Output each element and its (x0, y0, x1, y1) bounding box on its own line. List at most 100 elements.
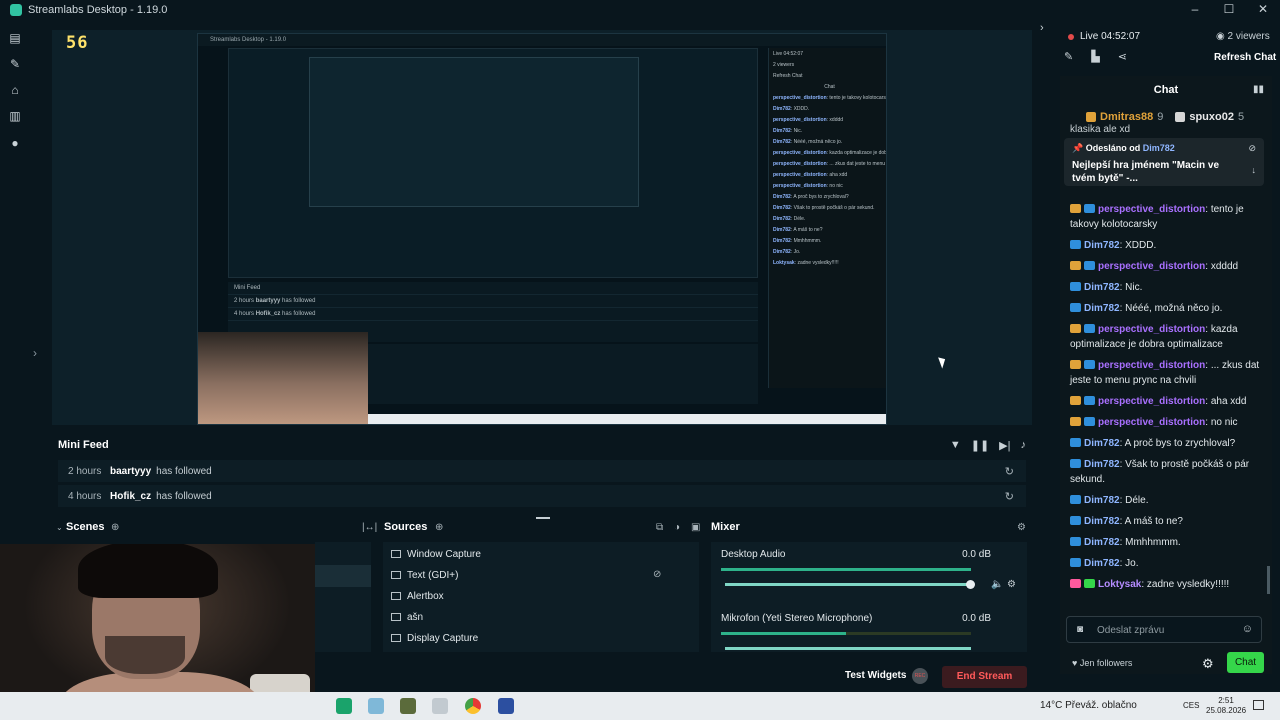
chat-username[interactable]: perspective_distortion (1098, 360, 1205, 371)
replay-icon[interactable]: ↻ (1005, 465, 1014, 478)
editor-icon[interactable]: ▤ (8, 31, 22, 45)
chrome-icon[interactable] (465, 698, 481, 714)
speaker-icon[interactable]: 🔈 (991, 579, 1003, 590)
mixer-db: 0.0 dB (962, 549, 991, 560)
chat-username[interactable]: Loktysak (1098, 579, 1141, 590)
mixer-gear-icon[interactable]: ⚙ (1017, 522, 1026, 533)
badge-icon (1084, 204, 1095, 213)
channel-points-icon[interactable]: ◙ (1077, 624, 1083, 635)
folder-icon[interactable]: ▣ (691, 522, 700, 533)
chat-message: perspective_distortion: aha xdd (1060, 391, 1272, 412)
chat-scrollbar[interactable] (1267, 566, 1270, 594)
store-icon[interactable]: ⌂ (8, 83, 22, 97)
clock[interactable]: 2:51 25.08.2026 (1206, 696, 1246, 716)
chat-username[interactable]: perspective_distortion (1098, 204, 1205, 215)
gear-icon[interactable]: ⚙ (1007, 579, 1016, 590)
expand-down-icon[interactable]: ↓ (1252, 165, 1257, 175)
emoji-icon[interactable]: ☺ (1242, 623, 1253, 635)
mixer-title: Mixer (711, 521, 740, 533)
audio-icon[interactable]: ◑ (674, 522, 680, 533)
chat-input-placeholder: Odeslat zprávu (1097, 625, 1165, 636)
share-icon[interactable]: ⋖ (1118, 50, 1127, 63)
chat-settings-icon[interactable]: ⚙ (1202, 656, 1214, 672)
split-icon[interactable]: |↔| (362, 522, 377, 533)
streamlabs-taskbar-icon[interactable] (336, 698, 352, 714)
expand-right-icon[interactable]: › (1040, 22, 1044, 34)
volume-slider[interactable] (725, 580, 975, 589)
group-icon[interactable]: ⧉ (656, 522, 663, 533)
mute-icon[interactable]: ♪ (1021, 439, 1027, 452)
layout-icon[interactable]: ▥ (8, 109, 22, 123)
play-icon[interactable]: ● (8, 136, 22, 150)
chat-username[interactable]: Dim782 (1084, 282, 1120, 293)
chat-send-button[interactable]: Chat (1227, 652, 1264, 673)
app-taskbar-icon[interactable] (432, 698, 448, 714)
nested-chat-text: Však to prostě počkáš o pár sekund. (793, 205, 875, 211)
rec-button[interactable]: REC (912, 668, 928, 684)
add-scene-icon[interactable]: ⊕ (111, 522, 119, 533)
volume-slider[interactable] (725, 647, 971, 650)
edit-icon[interactable]: ✎ (1064, 50, 1073, 63)
end-stream-button[interactable]: End Stream (942, 666, 1027, 688)
source-item[interactable]: ašn (391, 607, 423, 627)
feed-time: 4 hours (68, 490, 102, 502)
top-chatter[interactable]: spuxo02 5 (1175, 111, 1244, 123)
chat-input[interactable]: ◙ Odeslat zprávu ☺ (1066, 616, 1262, 643)
chat-username[interactable]: Dim782 (1084, 495, 1120, 506)
chat-username[interactable]: Dim782 (1084, 558, 1120, 569)
chat-username[interactable]: Dim782 (1084, 438, 1120, 449)
close-button[interactable]: ✕ (1246, 0, 1280, 20)
nested-chat-line: Dim782: Déle. (773, 216, 806, 222)
app-taskbar-icon[interactable] (368, 698, 384, 714)
source-item[interactable]: Alertbox (391, 586, 444, 606)
refresh-chat-button[interactable]: Refresh Chat (1214, 52, 1276, 63)
pause-icon[interactable]: ❚❚ (971, 439, 989, 452)
unpin-icon[interactable]: ⊘ (1248, 143, 1256, 154)
nested-chat-text: ... zkus dat jeste to menu prync na chvi… (829, 161, 886, 167)
chat-username[interactable]: Dim782 (1084, 537, 1120, 548)
nested-chat-user: Dim782 (773, 238, 791, 244)
top-chatter[interactable]: Dmitras88 9 (1086, 111, 1163, 123)
hidden-eye-icon[interactable]: ⊘ (653, 569, 661, 580)
chat-username[interactable]: Dim782 (1084, 459, 1120, 470)
chat-tools: ✎ ▙ ⋖ (1064, 50, 1127, 63)
chat-username[interactable]: Dim782 (1084, 516, 1120, 527)
clips-icon[interactable]: ▙ (1091, 50, 1099, 63)
nested-chat-user: perspective_distortion (773, 161, 827, 167)
slider-knob[interactable] (966, 580, 975, 589)
app-taskbar-icon[interactable] (400, 698, 416, 714)
language-indicator[interactable]: CES (1183, 701, 1199, 710)
source-item[interactable]: Display Capture (391, 628, 478, 648)
chat-username[interactable]: Dim782 (1084, 240, 1120, 251)
chat-username[interactable]: perspective_distortion (1098, 261, 1205, 272)
pinned-message[interactable]: 📌 Odesláno od Dim782 Nejlepší hra jménem… (1064, 138, 1264, 186)
minimize-button[interactable]: – (1178, 0, 1212, 20)
chevron-down-icon[interactable]: ⌄ (56, 523, 63, 532)
chat-username[interactable]: perspective_distortion (1098, 324, 1205, 335)
live-indicator-icon (1068, 34, 1074, 40)
source-item[interactable]: Window Capture (391, 544, 481, 564)
notification-icon[interactable] (1253, 700, 1264, 710)
stats-icon[interactable]: ▮▮ (1253, 84, 1264, 95)
source-item[interactable]: Text (GDI+) (391, 565, 458, 585)
filter-icon[interactable]: ▼ (950, 439, 961, 452)
add-source-icon[interactable]: ⊕ (435, 522, 443, 533)
test-widgets-button[interactable]: Test Widgets (845, 670, 906, 681)
stream-preview[interactable]: 56 Streamlabs Desktop - 1.19.0 56 Mini F… (52, 30, 1032, 425)
replay-icon[interactable]: ↻ (1005, 490, 1014, 503)
chat-username[interactable]: Dim782 (1084, 303, 1120, 314)
streamlabs-logo-icon (10, 4, 22, 16)
chat-dock: Live 04:52:07 ◉ 2 viewers ✎ ▙ ⋖ Refresh … (1052, 20, 1280, 692)
collapse-left-icon[interactable]: › (33, 346, 37, 360)
themes-icon[interactable]: ✎ (8, 57, 22, 71)
weather-widget[interactable]: 14°C Převáž. oblačno (1040, 700, 1137, 711)
windows-taskbar: 14°C Převáž. oblačno CES 2:51 25.08.2026 (0, 692, 1280, 720)
selected-scene[interactable] (315, 565, 371, 587)
chat-username[interactable]: perspective_distortion (1098, 417, 1205, 428)
maximize-button[interactable]: ☐ (1212, 0, 1246, 20)
sources-title: Sources (384, 521, 428, 533)
app-taskbar-icon[interactable] (498, 698, 514, 714)
skip-icon[interactable]: ▶| (999, 439, 1010, 452)
nested-chat-user: perspective_distortion (773, 117, 827, 123)
chat-username[interactable]: perspective_distortion (1098, 396, 1205, 407)
